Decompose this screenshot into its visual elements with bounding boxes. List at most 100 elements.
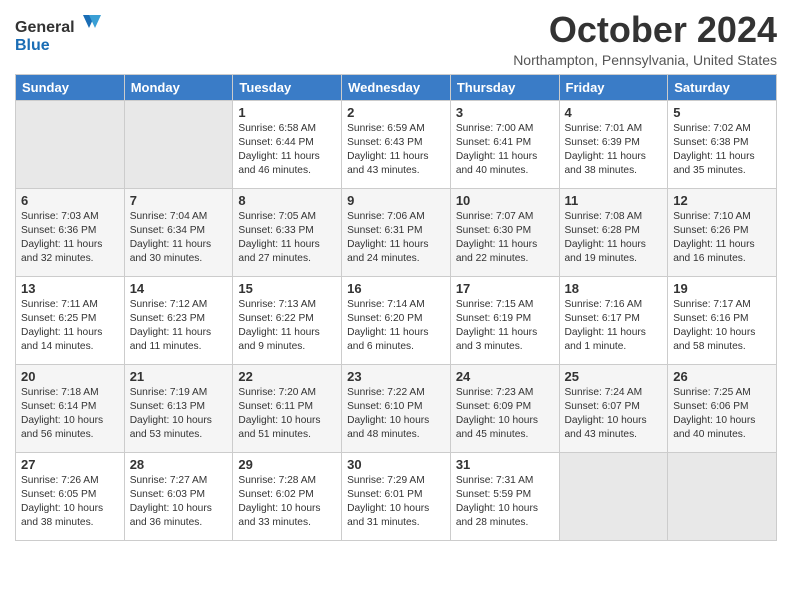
table-cell: 22 Sunrise: 7:20 AM Sunset: 6:11 PM Dayli… — [233, 364, 342, 452]
day-number: 2 — [347, 105, 445, 120]
table-cell: 5 Sunrise: 7:02 AM Sunset: 6:38 PM Daylig… — [668, 100, 777, 188]
table-cell: 15 Sunrise: 7:13 AM Sunset: 6:22 PM Dayli… — [233, 276, 342, 364]
day-number: 26 — [673, 369, 771, 384]
table-cell: 20 Sunrise: 7:18 AM Sunset: 6:14 PM Dayli… — [16, 364, 125, 452]
day-info: Sunrise: 7:29 AM Sunset: 6:01 PM Dayligh… — [347, 474, 445, 531]
day-number: 17 — [456, 281, 554, 296]
day-info: Sunrise: 7:07 AM Sunset: 6:30 PM Dayligh… — [456, 210, 554, 267]
day-number: 11 — [565, 193, 663, 208]
day-info: Sunrise: 7:27 AM Sunset: 6:03 PM Dayligh… — [130, 474, 228, 531]
col-saturday: Saturday — [668, 74, 777, 100]
day-number: 24 — [456, 369, 554, 384]
calendar-week-row: 27 Sunrise: 7:26 AM Sunset: 6:05 PM Dayli… — [16, 452, 777, 540]
svg-text:General: General — [15, 19, 75, 36]
table-cell: 23Sunrise: 7:22 AM Sunset: 6:10 PM Dayli… — [342, 364, 451, 452]
table-cell: 7 Sunrise: 7:04 AM Sunset: 6:34 PM Daylig… — [124, 188, 233, 276]
day-info: Sunrise: 7:31 AM Sunset: 5:59 PM Dayligh… — [456, 474, 554, 531]
svg-text:Blue: Blue — [15, 37, 50, 54]
day-number: 22 — [238, 369, 336, 384]
table-cell — [16, 100, 125, 188]
col-thursday: Thursday — [450, 74, 559, 100]
day-number: 15 — [238, 281, 336, 296]
logo-svg: General Blue — [15, 10, 105, 55]
calendar-week-row: 13Sunrise: 7:11 AM Sunset: 6:25 PM Dayli… — [16, 276, 777, 364]
day-info: Sunrise: 7:20 AM Sunset: 6:11 PM Dayligh… — [238, 386, 336, 443]
day-info: Sunrise: 7:18 AM Sunset: 6:14 PM Dayligh… — [21, 386, 119, 443]
day-info: Sunrise: 7:15 AM Sunset: 6:19 PM Dayligh… — [456, 298, 554, 355]
day-number: 5 — [673, 105, 771, 120]
table-cell: 25 Sunrise: 7:24 AM Sunset: 6:07 PM Dayli… — [559, 364, 668, 452]
table-cell: 2 Sunrise: 6:59 AM Sunset: 6:43 PM Daylig… — [342, 100, 451, 188]
table-cell: 8Sunrise: 7:05 AM Sunset: 6:33 PM Daylig… — [233, 188, 342, 276]
day-info: Sunrise: 7:04 AM Sunset: 6:34 PM Dayligh… — [130, 210, 228, 267]
table-cell: 12 Sunrise: 7:10 AM Sunset: 6:26 PM Dayli… — [668, 188, 777, 276]
day-number: 3 — [456, 105, 554, 120]
day-number: 1 — [238, 105, 336, 120]
table-cell: 18Sunrise: 7:16 AM Sunset: 6:17 PM Dayli… — [559, 276, 668, 364]
logo: General Blue — [15, 10, 105, 55]
day-number: 20 — [21, 369, 119, 384]
day-info: Sunrise: 7:06 AM Sunset: 6:31 PM Dayligh… — [347, 210, 445, 267]
day-number: 27 — [21, 457, 119, 472]
day-number: 30 — [347, 457, 445, 472]
table-cell: 26 Sunrise: 7:25 AM Sunset: 6:06 PM Dayli… — [668, 364, 777, 452]
day-info: Sunrise: 7:24 AM Sunset: 6:07 PM Dayligh… — [565, 386, 663, 443]
day-info: Sunrise: 7:10 AM Sunset: 6:26 PM Dayligh… — [673, 210, 771, 267]
table-cell: 14Sunrise: 7:12 AM Sunset: 6:23 PM Dayli… — [124, 276, 233, 364]
table-cell: 30 Sunrise: 7:29 AM Sunset: 6:01 PM Dayli… — [342, 452, 451, 540]
day-info: Sunrise: 7:02 AM Sunset: 6:38 PM Dayligh… — [673, 122, 771, 179]
title-area: October 2024 Northampton, Pennsylvania, … — [513, 10, 777, 68]
day-info: Sunrise: 7:25 AM Sunset: 6:06 PM Dayligh… — [673, 386, 771, 443]
day-number: 25 — [565, 369, 663, 384]
table-cell: 28Sunrise: 7:27 AM Sunset: 6:03 PM Dayli… — [124, 452, 233, 540]
calendar-week-row: 1Sunrise: 6:58 AM Sunset: 6:44 PM Daylig… — [16, 100, 777, 188]
table-cell: 16Sunrise: 7:14 AM Sunset: 6:20 PM Dayli… — [342, 276, 451, 364]
calendar-week-row: 6Sunrise: 7:03 AM Sunset: 6:36 PM Daylig… — [16, 188, 777, 276]
day-info: Sunrise: 7:00 AM Sunset: 6:41 PM Dayligh… — [456, 122, 554, 179]
table-cell: 17 Sunrise: 7:15 AM Sunset: 6:19 PM Dayli… — [450, 276, 559, 364]
calendar-week-row: 20 Sunrise: 7:18 AM Sunset: 6:14 PM Dayli… — [16, 364, 777, 452]
col-wednesday: Wednesday — [342, 74, 451, 100]
day-number: 4 — [565, 105, 663, 120]
table-cell: 1Sunrise: 6:58 AM Sunset: 6:44 PM Daylig… — [233, 100, 342, 188]
table-cell: 10 Sunrise: 7:07 AM Sunset: 6:30 PM Dayli… — [450, 188, 559, 276]
table-cell: 11 Sunrise: 7:08 AM Sunset: 6:28 PM Dayli… — [559, 188, 668, 276]
table-cell: 9 Sunrise: 7:06 AM Sunset: 6:31 PM Daylig… — [342, 188, 451, 276]
day-number: 19 — [673, 281, 771, 296]
day-info: Sunrise: 7:17 AM Sunset: 6:16 PM Dayligh… — [673, 298, 771, 355]
day-info: Sunrise: 7:11 AM Sunset: 6:25 PM Dayligh… — [21, 298, 119, 355]
table-cell: 31 Sunrise: 7:31 AM Sunset: 5:59 PM Dayli… — [450, 452, 559, 540]
table-cell — [668, 452, 777, 540]
day-number: 12 — [673, 193, 771, 208]
col-sunday: Sunday — [16, 74, 125, 100]
month-title: October 2024 — [513, 10, 777, 50]
table-cell: 21Sunrise: 7:19 AM Sunset: 6:13 PM Dayli… — [124, 364, 233, 452]
day-number: 10 — [456, 193, 554, 208]
col-friday: Friday — [559, 74, 668, 100]
table-cell — [559, 452, 668, 540]
header: General Blue October 2024 Northampton, P… — [15, 10, 777, 68]
day-number: 7 — [130, 193, 228, 208]
col-monday: Monday — [124, 74, 233, 100]
day-number: 31 — [456, 457, 554, 472]
day-info: Sunrise: 7:08 AM Sunset: 6:28 PM Dayligh… — [565, 210, 663, 267]
page: General Blue October 2024 Northampton, P… — [0, 0, 792, 556]
day-info: Sunrise: 7:26 AM Sunset: 6:05 PM Dayligh… — [21, 474, 119, 531]
table-cell: 3 Sunrise: 7:00 AM Sunset: 6:41 PM Daylig… — [450, 100, 559, 188]
table-cell: 29Sunrise: 7:28 AM Sunset: 6:02 PM Dayli… — [233, 452, 342, 540]
day-info: Sunrise: 7:03 AM Sunset: 6:36 PM Dayligh… — [21, 210, 119, 267]
col-tuesday: Tuesday — [233, 74, 342, 100]
table-cell: 19 Sunrise: 7:17 AM Sunset: 6:16 PM Dayli… — [668, 276, 777, 364]
day-number: 16 — [347, 281, 445, 296]
location-subtitle: Northampton, Pennsylvania, United States — [513, 52, 777, 68]
day-number: 18 — [565, 281, 663, 296]
day-number: 9 — [347, 193, 445, 208]
day-info: Sunrise: 6:59 AM Sunset: 6:43 PM Dayligh… — [347, 122, 445, 179]
day-info: Sunrise: 7:22 AM Sunset: 6:10 PM Dayligh… — [347, 386, 445, 443]
table-cell: 6Sunrise: 7:03 AM Sunset: 6:36 PM Daylig… — [16, 188, 125, 276]
table-cell — [124, 100, 233, 188]
calendar-header-row: Sunday Monday Tuesday Wednesday Thursday… — [16, 74, 777, 100]
day-info: Sunrise: 7:01 AM Sunset: 6:39 PM Dayligh… — [565, 122, 663, 179]
day-info: Sunrise: 7:13 AM Sunset: 6:22 PM Dayligh… — [238, 298, 336, 355]
day-number: 8 — [238, 193, 336, 208]
